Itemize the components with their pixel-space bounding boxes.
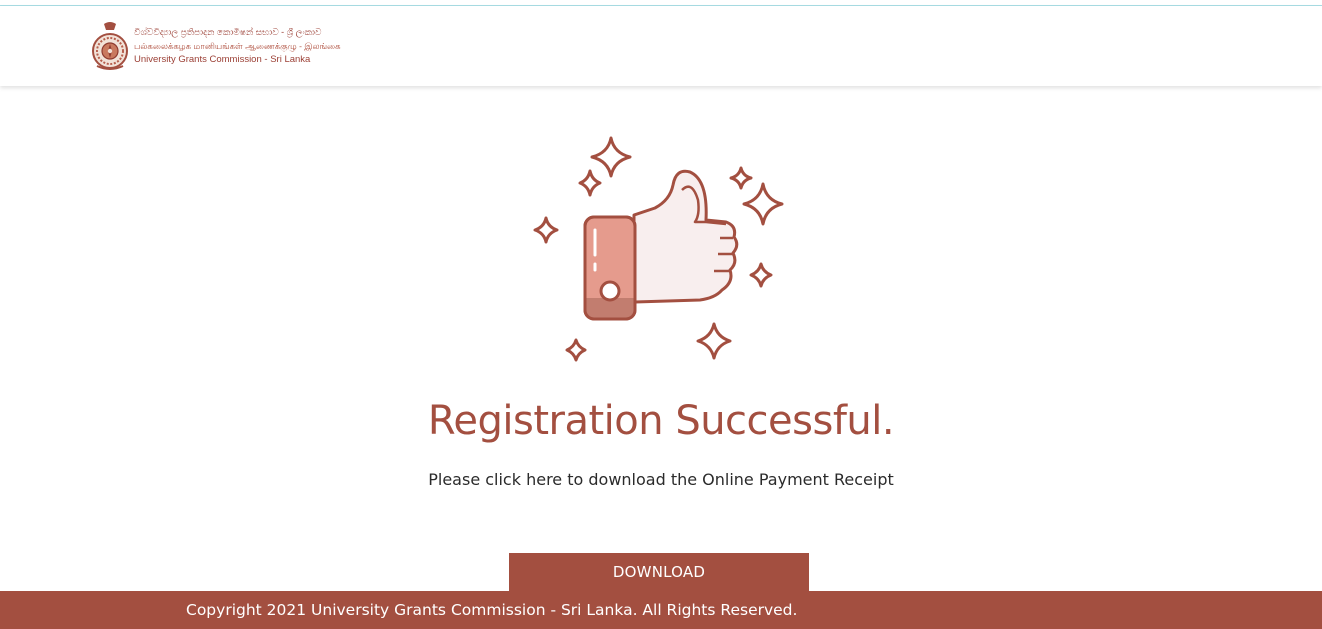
logo-line-sinhala: විශ්වවිද්‍යාල ප්‍රතිපාදන කොමිෂන් සභාව - … <box>134 27 322 37</box>
thumbs-up-icon <box>533 136 784 362</box>
page-title: Registration Successful. <box>427 398 895 444</box>
logo-text: විශ්වවිද්‍යාල ප්‍රතිපාදන කොමිෂන් සභාව - … <box>134 25 341 67</box>
ugc-emblem-icon <box>92 22 128 70</box>
logo-line-english: University Grants Commission - Sri Lanka <box>134 54 311 65</box>
download-button[interactable]: DOWNLOAD <box>509 553 809 591</box>
thumb-hand <box>583 169 739 321</box>
logo-line-tamil: பல்கலைக்கழக மானியங்கள் ஆணைக்குழு - இலங்க… <box>134 41 341 51</box>
ugc-logo[interactable]: විශ්වවිද්‍යාල ප්‍රතිපාදන කොමිෂන් සභාව - … <box>91 20 341 72</box>
download-instructions: Please click here to download the Online… <box>428 470 894 489</box>
copyright-text: Copyright 2021 University Grants Commiss… <box>186 601 798 619</box>
site-footer: Copyright 2021 University Grants Commiss… <box>0 591 1322 629</box>
site-header: විශ්වවිද්‍යාල ප්‍රතිපාදන කොමිෂන් සභාව - … <box>0 6 1322 86</box>
